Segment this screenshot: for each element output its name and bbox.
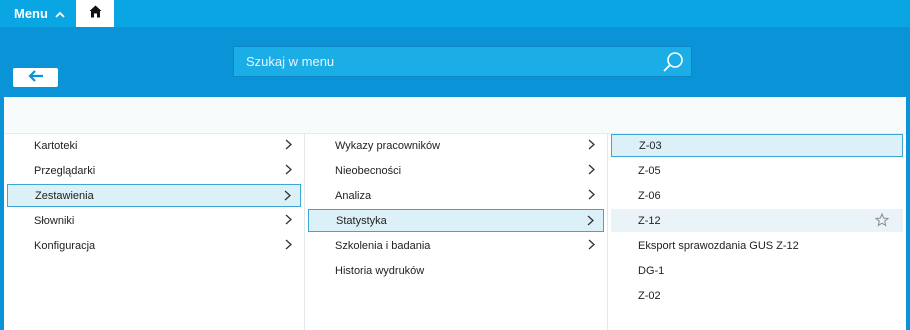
chevron-right-icon xyxy=(588,139,595,153)
menu-column-1: Kartoteki Przeglądarki Zestawienia Słown… xyxy=(4,134,305,330)
back-button[interactable] xyxy=(13,68,58,87)
menu-item-label: Z-02 xyxy=(638,289,661,302)
menu-item-szkolenia-i-badania[interactable]: Szkolenia i badania xyxy=(308,234,604,257)
top-bar: Menu xyxy=(0,0,910,27)
menu-button-label: Menu xyxy=(14,6,48,21)
menu-item-slowniki[interactable]: Słowniki xyxy=(7,209,301,232)
chevron-right-icon xyxy=(285,164,292,178)
menu-item-label: Analiza xyxy=(335,189,372,202)
menu-item-label: Z-05 xyxy=(638,164,661,177)
menu-column-2: Wykazy pracowników Nieobecności Analiza … xyxy=(305,134,608,330)
menu-column-3: Z-03 Z-05 Z-06 Z-12 Eksport sprawozdania… xyxy=(608,134,906,330)
menu-item-wykazy-pracownikow[interactable]: Wykazy pracowników xyxy=(308,134,604,157)
menu-item-analiza[interactable]: Analiza xyxy=(308,184,604,207)
menu-item-label: Zestawienia xyxy=(35,189,94,202)
menu-item-label: DG-1 xyxy=(638,264,665,277)
menu-content: Kartoteki Przeglądarki Zestawienia Słown… xyxy=(4,97,906,330)
menu-item-label: Słowniki xyxy=(34,214,75,227)
arrow-left-icon xyxy=(27,69,44,87)
menu-item-label: Konfiguracja xyxy=(34,239,96,252)
chevron-right-icon xyxy=(285,239,292,253)
menu-item-label: Z-12 xyxy=(638,214,661,227)
menu-item-label: Z-03 xyxy=(639,139,662,152)
chevron-right-icon xyxy=(587,215,594,229)
menu-item-przegladarki[interactable]: Przeglądarki xyxy=(7,159,301,182)
breadcrumb-strip xyxy=(4,97,906,134)
menu-item-zestawienia[interactable]: Zestawienia xyxy=(7,184,301,207)
menu-item-label: Przeglądarki xyxy=(34,164,96,177)
star-icon[interactable] xyxy=(874,212,890,230)
menu-item-z-03[interactable]: Z-03 xyxy=(611,134,903,157)
menu-item-kartoteki[interactable]: Kartoteki xyxy=(7,134,301,157)
search-box xyxy=(233,46,692,77)
menu-item-statystyka[interactable]: Statystyka xyxy=(308,209,604,232)
menu-button[interactable]: Menu xyxy=(0,0,74,27)
menu-item-z-05[interactable]: Z-05 xyxy=(611,159,903,182)
menu-item-konfiguracja[interactable]: Konfiguracja xyxy=(7,234,301,257)
chevron-right-icon xyxy=(284,190,291,204)
chevron-right-icon xyxy=(285,214,292,228)
chevron-up-icon xyxy=(55,6,65,21)
menu-item-z-12[interactable]: Z-12 xyxy=(611,209,903,232)
menu-item-historia-wydrukow[interactable]: Historia wydruków xyxy=(308,259,604,282)
menu-item-label: Z-06 xyxy=(638,189,661,202)
menu-item-label: Historia wydruków xyxy=(335,264,425,277)
menu-item-z-02[interactable]: Z-02 xyxy=(611,284,903,307)
menu-item-label: Wykazy pracowników xyxy=(335,139,441,152)
menu-item-dg-1[interactable]: DG-1 xyxy=(611,259,903,282)
home-icon xyxy=(89,5,102,23)
menu-item-label: Eksport sprawozdania GUS Z-12 xyxy=(638,239,799,252)
chevron-right-icon xyxy=(285,139,292,153)
menu-item-label: Szkolenia i badania xyxy=(335,239,431,252)
menu-item-z-06[interactable]: Z-06 xyxy=(611,184,903,207)
chevron-right-icon xyxy=(588,189,595,203)
menu-item-label: Kartoteki xyxy=(34,139,78,152)
search-icon[interactable] xyxy=(659,48,687,76)
chevron-right-icon xyxy=(588,164,595,178)
menu-item-label: Statystyka xyxy=(336,214,387,227)
menu-item-nieobecnosci[interactable]: Nieobecności xyxy=(308,159,604,182)
menu-item-label: Nieobecności xyxy=(335,164,402,177)
chevron-right-icon xyxy=(588,239,595,253)
search-input[interactable] xyxy=(234,46,659,77)
home-tab[interactable] xyxy=(76,0,114,27)
menu-item-eksport-gus-z-12[interactable]: Eksport sprawozdania GUS Z-12 xyxy=(611,234,903,257)
